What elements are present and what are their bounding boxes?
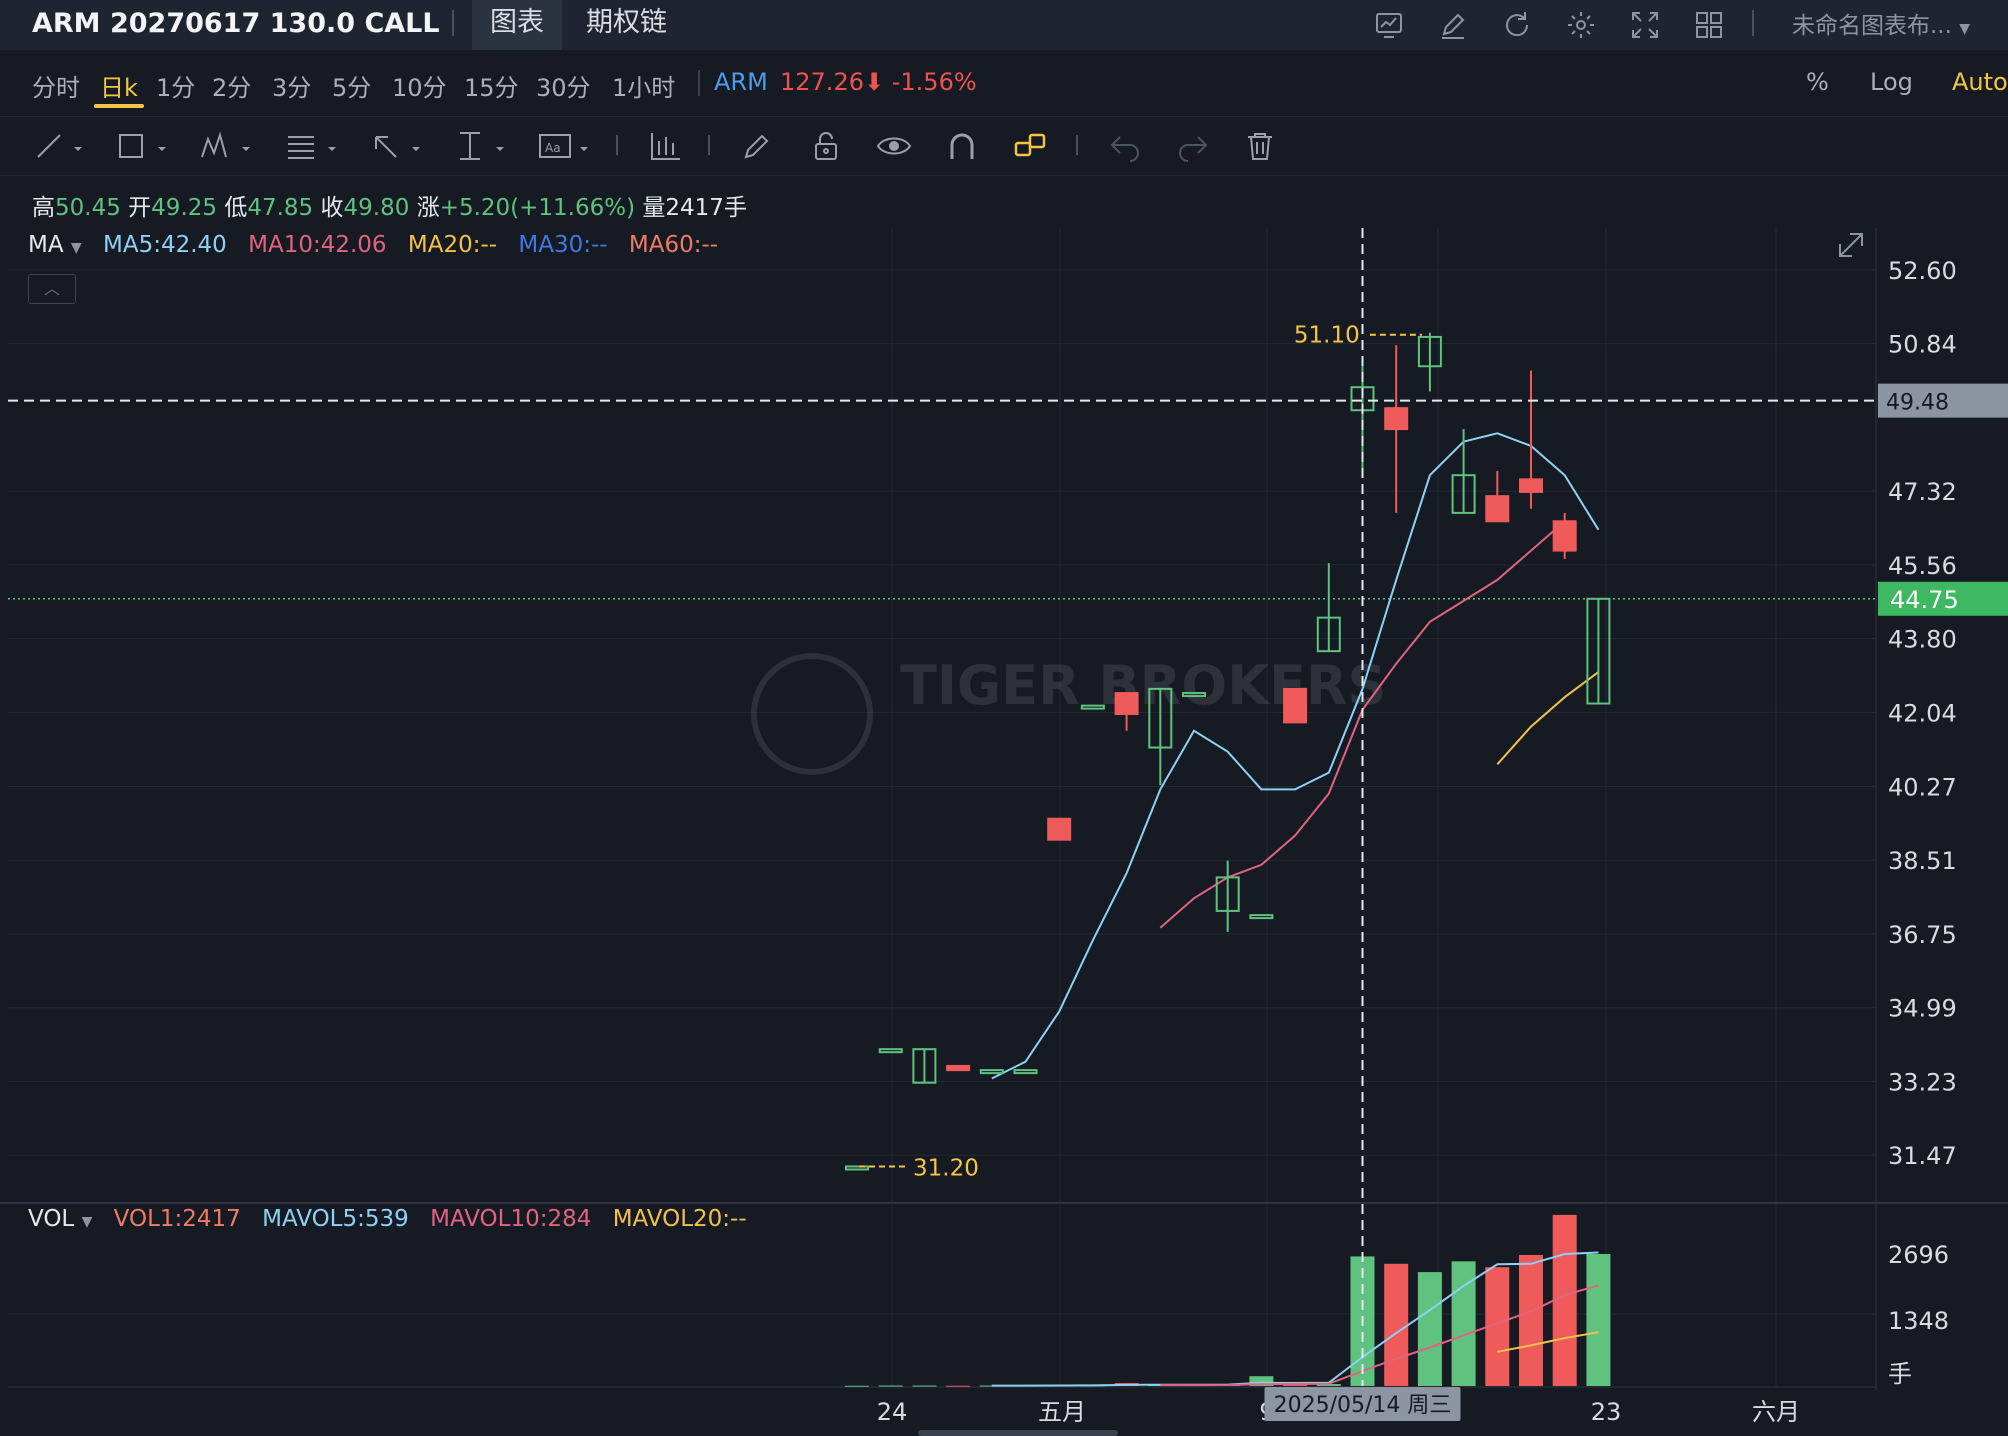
min-annotation-label: 31.20	[913, 1155, 979, 1181]
price-tick-label: 34.99	[1888, 995, 1957, 1023]
volume-bar	[1519, 1254, 1543, 1386]
volume-bar	[845, 1385, 869, 1387]
price-tick-label: 31.47	[1888, 1142, 1957, 1170]
ma-indicator-name[interactable]: MA	[28, 232, 64, 258]
price-tick-label: 47.32	[1888, 478, 1957, 506]
chevron-down-icon[interactable]: ▼	[71, 240, 82, 256]
candle-body	[1552, 520, 1577, 552]
candle-body	[1114, 692, 1139, 715]
crosshair: 49.48 2025/05/14 周三	[8, 228, 2008, 1421]
ma5-line	[991, 432, 1600, 1080]
vol-indicator-name[interactable]: VOL	[28, 1206, 74, 1232]
candle-body	[878, 1048, 903, 1054]
chevron-down-icon[interactable]: ▼	[82, 1214, 93, 1230]
mavol20-line	[1497, 1331, 1599, 1353]
vol1-value: VOL1:2417	[113, 1206, 241, 1232]
candle-body	[1519, 478, 1543, 493]
ma30-value: MA30:--	[518, 232, 608, 258]
candle-body	[1249, 914, 1274, 920]
candle-body	[946, 1064, 971, 1072]
candle-body	[979, 1069, 1004, 1075]
price-tick-label: 42.04	[1888, 699, 1957, 727]
price-tick-label: 36.75	[1888, 921, 1957, 949]
price-tick-label: 38.51	[1888, 847, 1957, 875]
candle-body	[1047, 817, 1072, 841]
volume-bars	[845, 1214, 1611, 1387]
volume-bar	[1417, 1272, 1442, 1386]
ma20-line	[1496, 671, 1599, 765]
time-tick-label: 六月	[1752, 1398, 1800, 1426]
volume-tick-label: 1348	[1888, 1307, 1949, 1335]
candle-body	[1485, 495, 1510, 523]
candle-body	[1013, 1069, 1038, 1075]
price-tick-label: 45.56	[1888, 552, 1957, 580]
ma-lines	[991, 432, 1600, 1080]
crosshair-price-label: 49.48	[1886, 391, 1949, 416]
ma10-value: MA10:42.06	[248, 232, 387, 258]
ma60-value: MA60:--	[628, 232, 719, 258]
max-annotation-label: 51.10	[1294, 323, 1360, 349]
time-scrollbar	[918, 1430, 1118, 1436]
candle-body	[1283, 687, 1308, 724]
mavol5-value: MAVOL5:539	[262, 1206, 409, 1232]
ma5-value: MA5:42.40	[102, 232, 227, 258]
volume-bar	[946, 1385, 971, 1387]
expand-chart-icon[interactable]	[1839, 233, 1863, 257]
price-tick-label: 40.27	[1888, 773, 1957, 801]
ma20-value: MA20:--	[407, 232, 498, 258]
time-tick-label: 24	[877, 1398, 908, 1426]
mavol20-value: MAVOL20:--	[612, 1206, 747, 1232]
crosshair-date-label: 2025/05/14 周三	[1274, 1393, 1452, 1418]
time-tick-label: 五月	[1038, 1398, 1086, 1426]
volume-tick-label: 2696	[1888, 1241, 1949, 1269]
ma-legend: MA ▼ MA5:42.40 MA10:42.06 MA20:-- MA30:-…	[28, 232, 718, 258]
mavol10-value: MAVOL10:284	[430, 1206, 592, 1232]
volume-bar	[912, 1385, 937, 1387]
volume-bar	[1552, 1214, 1577, 1386]
price-tick-label: 50.84	[1888, 331, 1957, 359]
volume-bar	[1384, 1263, 1409, 1386]
volume-bar	[878, 1385, 903, 1387]
price-tick-label: 43.80	[1888, 626, 1957, 654]
volume-bar	[1586, 1254, 1611, 1386]
collapse-legend-button[interactable]: ︿	[28, 274, 76, 304]
watermark-text: TIGER BROKERS	[900, 654, 1386, 717]
time-tick-label: 23	[1591, 1398, 1622, 1426]
price-tick-label: 52.60	[1888, 257, 1957, 285]
current-price-label: 44.75	[1890, 586, 1959, 614]
candle-body	[1384, 407, 1409, 431]
volume-axis: 2696 1348 手	[1888, 1241, 1949, 1388]
vol-legend: VOL ▼ VOL1:2417 MAVOL5:539 MAVOL10:284 M…	[28, 1206, 747, 1232]
price-tick-label: 33.23	[1888, 1068, 1957, 1096]
volume-unit-label: 手	[1888, 1360, 1912, 1388]
